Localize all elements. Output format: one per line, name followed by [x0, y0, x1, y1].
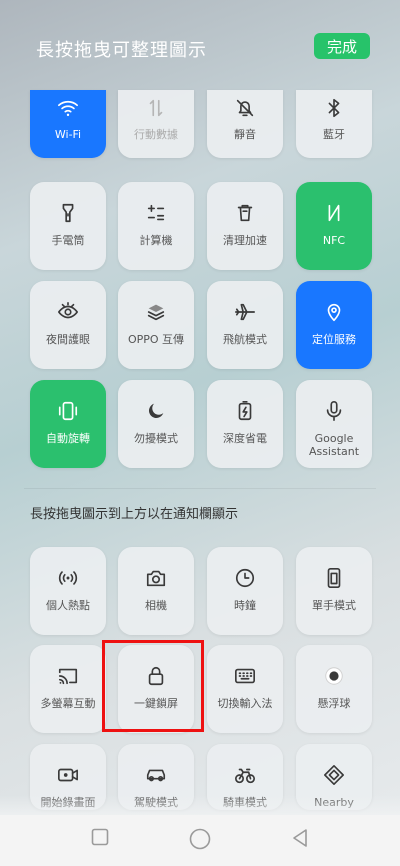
bell-off-icon	[233, 96, 257, 120]
tile-label: 單手模式	[312, 599, 356, 612]
active_tiles-tile-bell-off[interactable]: 靜音	[207, 90, 283, 158]
active_tiles-tile-mobile-data[interactable]: 行動數據	[118, 90, 194, 158]
active_tiles-tile-moon[interactable]: 勿擾模式	[118, 380, 194, 468]
nearby-icon	[322, 763, 346, 787]
wifi-icon	[56, 96, 80, 120]
tile-label: 自動旋轉	[46, 432, 90, 445]
active_tiles-tile-location[interactable]: 定位服務	[296, 281, 372, 369]
active_tiles-tile-airplane[interactable]: 飛航模式	[207, 281, 283, 369]
tile-label: 手電筒	[51, 234, 85, 247]
bottom-fade	[0, 795, 400, 815]
tile-label: 深度省電	[223, 432, 267, 445]
available_tiles-tile-one-hand[interactable]: 單手模式	[296, 547, 372, 635]
page-title: 長按拖曳可整理圖示	[36, 40, 207, 61]
available_tiles-tile-hotspot[interactable]: 個人熱點	[30, 547, 106, 635]
active_tiles-tile-trash[interactable]: 清理加速	[207, 182, 283, 270]
tile-label: 行動數據	[134, 128, 178, 141]
tile-label: 定位服務	[312, 333, 356, 346]
divider	[24, 488, 376, 489]
moon-icon	[144, 399, 168, 423]
tile-label: NFC	[322, 234, 346, 247]
trash-icon	[233, 201, 257, 225]
active_tiles-tile-wifi[interactable]: Wi-Fi	[30, 90, 106, 158]
tile-label: 夜間護眼	[46, 333, 90, 346]
highlight-box	[102, 640, 204, 732]
keyboard-icon	[233, 664, 257, 688]
flashlight-icon	[56, 201, 80, 225]
active_tiles-tile-eye[interactable]: 夜間護眼	[30, 281, 106, 369]
section-label: 長按拖曳圖示到上方以在通知欄顯示	[30, 507, 239, 522]
tile-label: 勿擾模式	[134, 432, 178, 445]
rotate-icon	[56, 399, 80, 423]
tile-label: 相機	[145, 599, 167, 612]
active_tiles-tile-rotate[interactable]: 自動旋轉	[30, 380, 106, 468]
screen-record-icon	[56, 763, 80, 787]
recent-apps-icon[interactable]	[91, 828, 109, 846]
camera-icon	[144, 566, 168, 590]
nfc-icon	[322, 201, 346, 225]
home-icon[interactable]	[189, 828, 211, 850]
tile-label: 個人熱點	[46, 599, 90, 612]
bluetooth-icon	[322, 96, 346, 120]
cast-icon	[56, 664, 80, 688]
tile-label: 靜音	[234, 128, 256, 141]
active_tiles-tile-flashlight[interactable]: 手電筒	[30, 182, 106, 270]
back-icon[interactable]	[291, 828, 309, 848]
airplane-icon	[233, 300, 257, 324]
tile-label: 清理加速	[223, 234, 267, 247]
floating-ball-icon	[322, 664, 346, 688]
done-button[interactable]: 完成	[314, 33, 370, 59]
tile-label: 懸浮球	[317, 697, 351, 710]
one-hand-icon	[322, 566, 346, 590]
clock-icon	[233, 566, 257, 590]
tile-label: Google Assistant	[308, 432, 360, 458]
active_tiles-tile-bluetooth[interactable]: 藍牙	[296, 90, 372, 158]
available_tiles-tile-keyboard[interactable]: 切換輸入法	[207, 645, 283, 733]
tile-label: 藍牙	[323, 128, 345, 141]
available_tiles-tile-clock[interactable]: 時鐘	[207, 547, 283, 635]
header: 長按拖曳可整理圖示 完成	[0, 0, 400, 90]
eye-icon	[56, 300, 80, 324]
available_tiles-tile-floating-ball[interactable]: 懸浮球	[296, 645, 372, 733]
tile-label: 飛航模式	[223, 333, 267, 346]
available_tiles-tile-cast[interactable]: 多螢幕互動	[30, 645, 106, 733]
available_tiles-tile-camera[interactable]: 相機	[118, 547, 194, 635]
tile-label: OPPO 互傳	[127, 333, 185, 346]
tile-label: 計算機	[139, 234, 173, 247]
navigation-bar	[0, 815, 400, 866]
calculator-icon	[144, 201, 168, 225]
car-icon	[144, 763, 168, 787]
microphone-icon	[322, 399, 346, 423]
mobile-data-icon	[144, 96, 168, 120]
location-icon	[322, 300, 346, 324]
bicycle-icon	[233, 763, 257, 787]
tile-label: 多螢幕互動	[40, 697, 96, 710]
active_tiles-tile-calculator[interactable]: 計算機	[118, 182, 194, 270]
active_tiles-tile-oppo-share[interactable]: OPPO 互傳	[118, 281, 194, 369]
active_tiles-tile-nfc[interactable]: NFC	[296, 182, 372, 270]
oppo-share-icon	[144, 300, 168, 324]
battery-saver-icon	[233, 399, 257, 423]
active_tiles-tile-battery-saver[interactable]: 深度省電	[207, 380, 283, 468]
tile-label: 切換輸入法	[217, 697, 273, 710]
tile-label: Wi-Fi	[54, 128, 82, 141]
tile-label: 時鐘	[234, 599, 256, 612]
active_tiles-tile-microphone[interactable]: Google Assistant	[296, 380, 372, 468]
hotspot-icon	[56, 566, 80, 590]
